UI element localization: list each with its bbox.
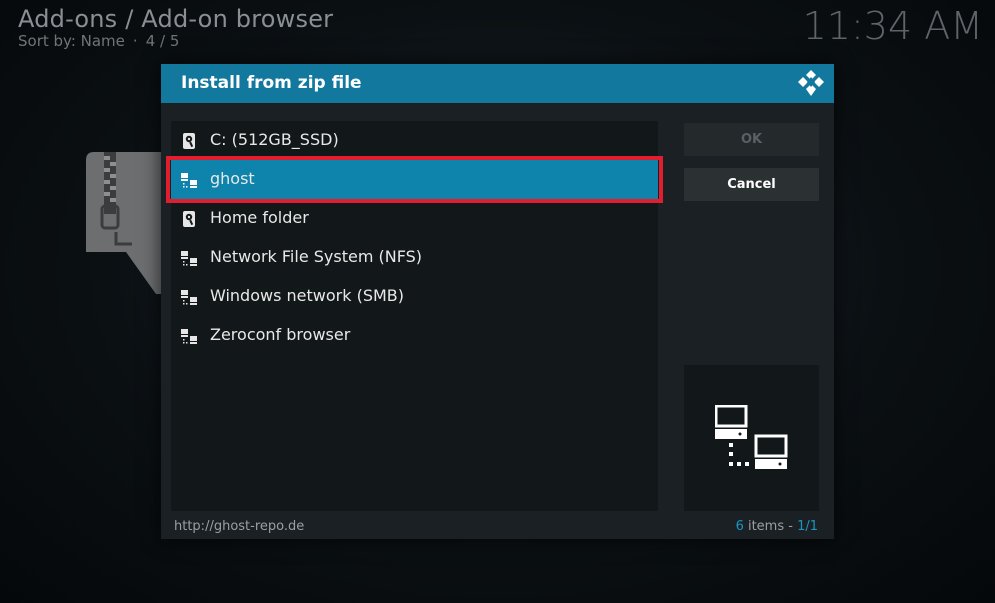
list-item-label: Zeroconf browser	[210, 325, 351, 344]
page-breadcrumb: Add-ons / Add-on browser	[18, 5, 334, 33]
list-item-smb[interactable]: Windows network (SMB)	[171, 277, 658, 316]
list-item-label: Windows network (SMB)	[210, 286, 404, 305]
list-item-label: Home folder	[210, 208, 309, 227]
source-preview	[684, 365, 819, 511]
network-icon	[181, 290, 197, 305]
hard-drive-icon	[183, 133, 195, 149]
network-icon	[181, 251, 197, 266]
dialog-header: Install from zip file	[161, 64, 834, 103]
source-list: C: (512GB_SSD) ghost Home folder Network…	[166, 121, 663, 511]
item-count-number: 6	[735, 519, 744, 534]
network-icon	[181, 329, 197, 344]
sort-separator: ·	[132, 32, 138, 50]
list-item-nfs[interactable]: Network File System (NFS)	[171, 238, 658, 277]
zip-file-icon	[86, 152, 166, 294]
list-item-label: Network File System (NFS)	[210, 247, 423, 266]
item-count-word: items -	[743, 519, 798, 534]
dialog-title: Install from zip file	[181, 73, 362, 93]
kodi-logo-icon	[798, 70, 824, 96]
install-from-zip-dialog: Install from zip file C: (512GB_SSD) gho…	[161, 64, 834, 539]
list-position: 4 / 5	[145, 32, 180, 50]
cancel-button[interactable]: Cancel	[684, 168, 819, 201]
network-icon	[181, 173, 197, 188]
sort-info: Sort by: Name · 4 / 5	[18, 32, 179, 50]
network-large-icon	[715, 405, 788, 469]
list-item-zeroconf[interactable]: Zeroconf browser	[171, 316, 658, 355]
sort-label: Sort by: Name	[18, 32, 125, 50]
item-count: 6 items - 1/1	[736, 519, 818, 534]
clock: 11:34 AM	[802, 4, 983, 48]
page-indicator: 1/1	[797, 519, 818, 534]
hard-drive-icon	[183, 211, 195, 227]
list-item-c-drive[interactable]: C: (512GB_SSD)	[171, 121, 658, 160]
list-item-ghost[interactable]: ghost	[166, 156, 663, 203]
list-item-label: ghost	[210, 169, 255, 188]
ok-button[interactable]: OK	[684, 123, 819, 156]
list-item-label: C: (512GB_SSD)	[210, 130, 339, 149]
list-item-home-folder[interactable]: Home folder	[171, 199, 658, 238]
current-path: http://ghost-repo.de	[174, 519, 305, 534]
